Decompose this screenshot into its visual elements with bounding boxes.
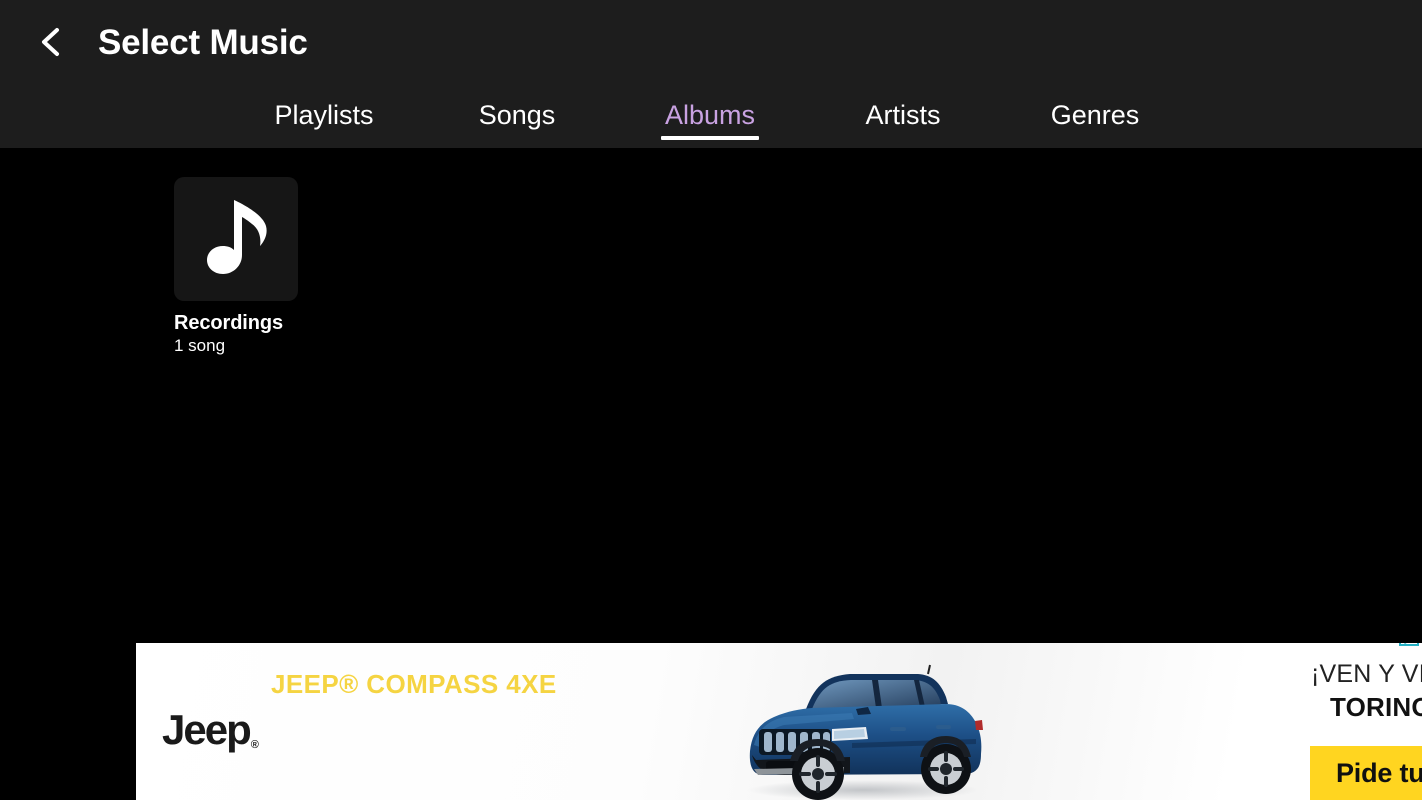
- tab-songs[interactable]: Songs: [446, 84, 588, 148]
- jeep-compass-vehicle-image: [732, 657, 994, 800]
- tab-underline: [661, 136, 759, 140]
- album-artwork: [174, 177, 298, 301]
- music-note-icon: [198, 196, 274, 283]
- tab-label: Artists: [865, 100, 941, 130]
- ad-copy-block: ¡VEN Y VIS TORINO Pide tu: [1306, 643, 1422, 800]
- registered-mark: ®: [250, 739, 259, 751]
- title-bar: Select Music: [0, 0, 1422, 84]
- page-title: Select Music: [98, 22, 308, 62]
- jeep-brand-logo: Jeep®: [162, 706, 259, 753]
- tab-albums[interactable]: Albums: [636, 84, 784, 148]
- tab-label: Genres: [1050, 100, 1140, 130]
- ad-subhead-line2: TORINO: [1330, 692, 1422, 722]
- album-song-count: 1 song: [174, 336, 226, 355]
- ad-headline: JEEP® COMPASS 4XE: [271, 669, 557, 699]
- tab-label: Playlists: [274, 100, 374, 130]
- ad-cta-label: Pide tu: [1336, 757, 1422, 788]
- ad-subhead-line1: ¡VEN Y VIS: [1311, 660, 1422, 688]
- tab-artists[interactable]: Artists: [829, 84, 977, 148]
- tab-label: Albums: [664, 100, 756, 130]
- ad-banner[interactable]: JEEP® COMPASS 4XE Jeep® ¡VEN Y V TORINO …: [136, 643, 1422, 800]
- tab-label: Songs: [478, 100, 556, 130]
- tab-genres[interactable]: Genres: [1021, 84, 1169, 148]
- jeep-wordmark: Jeep: [162, 706, 252, 753]
- back-button[interactable]: [22, 12, 82, 72]
- ad-cta-button[interactable]: Pide tu: [1310, 746, 1422, 800]
- music-picker-screen: Select Music Playlists Songs Albums Arti…: [0, 0, 1422, 800]
- adchoices-icon[interactable]: [1398, 643, 1420, 647]
- tab-playlists[interactable]: Playlists: [249, 84, 399, 148]
- app-header: Select Music Playlists Songs Albums Arti…: [0, 0, 1422, 148]
- tab-bar: Playlists Songs Albums Artists Genres: [0, 84, 1422, 148]
- album-title: Recordings: [174, 312, 284, 334]
- album-tile[interactable]: Recordings 1 song: [174, 177, 334, 356]
- chevron-left-icon: [35, 25, 69, 59]
- album-grid: Recordings 1 song: [0, 148, 1422, 643]
